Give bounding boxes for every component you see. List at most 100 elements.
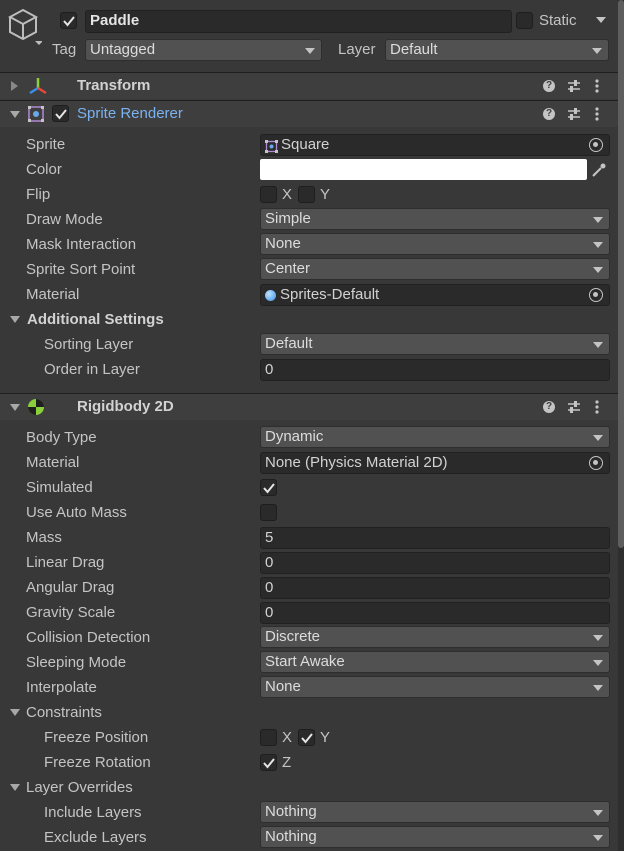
layer-label: Layer <box>338 41 376 58</box>
sprite-renderer-icon <box>27 105 45 127</box>
layer-overrides-label[interactable]: Layer Overrides <box>26 778 133 798</box>
interpolate-label: Interpolate <box>26 679 97 696</box>
exclude-layers-value: Nothing <box>265 828 317 845</box>
constraints-label[interactable]: Constraints <box>26 703 102 723</box>
freeze-rotation-z-checkbox[interactable] <box>260 754 277 771</box>
body-type-dropdown[interactable]: Dynamic <box>260 426 610 448</box>
flip-x-label: X <box>282 186 293 203</box>
chevron-down-icon <box>305 48 315 54</box>
physics-material-value: None (Physics Material 2D) <box>265 454 448 471</box>
kebab-menu-icon[interactable] <box>594 106 600 126</box>
freeze-position-x-label: X <box>282 729 293 746</box>
color-swatch[interactable] <box>260 159 587 180</box>
kebab-menu-icon[interactable] <box>594 78 600 98</box>
collision-detection-dropdown[interactable]: Discrete <box>260 626 610 648</box>
chevron-down-icon <box>593 835 603 841</box>
sprite-asset-icon <box>265 139 278 155</box>
exclude-layers-label: Exclude Layers <box>44 829 147 846</box>
chevron-down-icon <box>593 267 603 273</box>
material-asset-icon <box>265 290 276 301</box>
inspector-scrollbar-thumb[interactable] <box>618 0 624 548</box>
layer-overrides-foldout-arrow-icon[interactable] <box>10 784 20 791</box>
sleeping-mode-dropdown[interactable]: Start Awake <box>260 651 610 673</box>
static-dropdown-arrow-icon[interactable] <box>596 17 606 23</box>
sprite-renderer-enabled-checkbox[interactable] <box>52 105 69 122</box>
angular-drag-field[interactable]: 0 <box>260 577 610 599</box>
interpolate-dropdown[interactable]: None <box>260 676 610 698</box>
freeze-position-y-label: Y <box>320 729 331 746</box>
order-in-layer-field[interactable]: 0 <box>260 359 610 381</box>
linear-drag-field[interactable]: 0 <box>260 552 610 574</box>
chevron-down-icon <box>592 48 602 54</box>
presets-icon[interactable] <box>567 106 581 126</box>
chevron-down-icon <box>593 435 603 441</box>
use-auto-mass-label: Use Auto Mass <box>26 504 127 521</box>
tag-dropdown[interactable]: Untagged <box>85 39 322 61</box>
physics-material-field[interactable]: None (Physics Material 2D) <box>260 452 610 474</box>
additional-settings-label[interactable]: Additional Settings <box>27 310 164 330</box>
flip-y-checkbox[interactable] <box>298 186 315 203</box>
chevron-down-icon <box>593 217 603 223</box>
gravity-scale-field[interactable]: 0 <box>260 602 610 624</box>
include-layers-label: Include Layers <box>44 804 142 821</box>
freeze-rotation-z-label: Z <box>282 754 292 771</box>
freeze-position-label: Freeze Position <box>44 729 149 746</box>
kebab-menu-icon[interactable] <box>594 399 600 419</box>
transform-title: Transform <box>77 77 151 94</box>
mask-interaction-value: None <box>265 235 301 252</box>
object-picker-icon[interactable] <box>589 456 603 470</box>
rigidbody-icon <box>27 398 45 420</box>
static-checkbox[interactable] <box>516 12 533 29</box>
sprite-value: Square <box>281 136 330 153</box>
gameobject-cube-icon[interactable] <box>7 8 43 50</box>
freeze-position-y-checkbox[interactable] <box>298 729 315 746</box>
flip-x-checkbox[interactable] <box>260 186 277 203</box>
simulated-checkbox[interactable] <box>260 479 277 496</box>
sprite-object-field[interactable]: Square <box>260 134 610 156</box>
physics-material-label: Material <box>26 454 80 471</box>
help-icon[interactable]: ? <box>543 401 555 413</box>
help-icon[interactable]: ? <box>543 108 555 120</box>
material-label: Material <box>26 286 80 303</box>
gameobject-active-checkbox[interactable] <box>60 12 77 29</box>
object-picker-icon[interactable] <box>589 288 603 302</box>
rigidbody-foldout-arrow-icon[interactable] <box>10 404 20 411</box>
transform-header[interactable]: Transform ? <box>0 72 618 99</box>
rigidbody-title: Rigidbody 2D <box>77 398 174 415</box>
material-object-field[interactable]: Sprites-Default <box>260 284 610 306</box>
constraints-foldout-arrow-icon[interactable] <box>10 709 20 716</box>
flip-y-label: Y <box>320 186 331 203</box>
use-auto-mass-checkbox[interactable] <box>260 504 277 521</box>
additional-settings-foldout-arrow-icon[interactable] <box>10 316 20 323</box>
color-label: Color <box>26 161 62 178</box>
sleeping-mode-value: Start Awake <box>265 653 345 670</box>
gameobject-name-field[interactable]: Paddle <box>85 10 512 33</box>
collision-detection-label: Collision Detection <box>26 629 151 646</box>
chevron-down-icon <box>593 660 603 666</box>
transform-axes-icon <box>28 77 48 99</box>
presets-icon[interactable] <box>567 399 581 419</box>
sprite-sort-point-dropdown[interactable]: Center <box>260 258 610 280</box>
linear-drag-label: Linear Drag <box>26 554 105 571</box>
transform-foldout-arrow-icon[interactable] <box>11 81 18 91</box>
eyedropper-icon[interactable] <box>591 162 607 182</box>
sleeping-mode-label: Sleeping Mode <box>26 654 127 671</box>
draw-mode-dropdown[interactable]: Simple <box>260 208 610 230</box>
exclude-layers-dropdown[interactable]: Nothing <box>260 826 610 848</box>
static-label: Static <box>539 12 577 29</box>
layer-dropdown[interactable]: Default <box>385 39 609 61</box>
presets-icon[interactable] <box>567 78 581 98</box>
rigidbody-header[interactable]: Rigidbody 2D ? <box>0 393 618 420</box>
object-picker-icon[interactable] <box>589 138 603 152</box>
mass-field[interactable]: 5 <box>260 527 610 549</box>
help-icon[interactable]: ? <box>543 80 555 92</box>
include-layers-dropdown[interactable]: Nothing <box>260 801 610 823</box>
sprite-renderer-foldout-arrow-icon[interactable] <box>10 111 20 118</box>
sorting-layer-dropdown[interactable]: Default <box>260 333 610 355</box>
inspector-scrollbar[interactable] <box>618 0 624 851</box>
body-type-label: Body Type <box>26 429 97 446</box>
sprite-renderer-title: Sprite Renderer <box>77 105 183 122</box>
freeze-position-x-checkbox[interactable] <box>260 729 277 746</box>
mask-interaction-dropdown[interactable]: None <box>260 233 610 255</box>
sprite-renderer-header[interactable]: Sprite Renderer ? <box>0 100 618 127</box>
